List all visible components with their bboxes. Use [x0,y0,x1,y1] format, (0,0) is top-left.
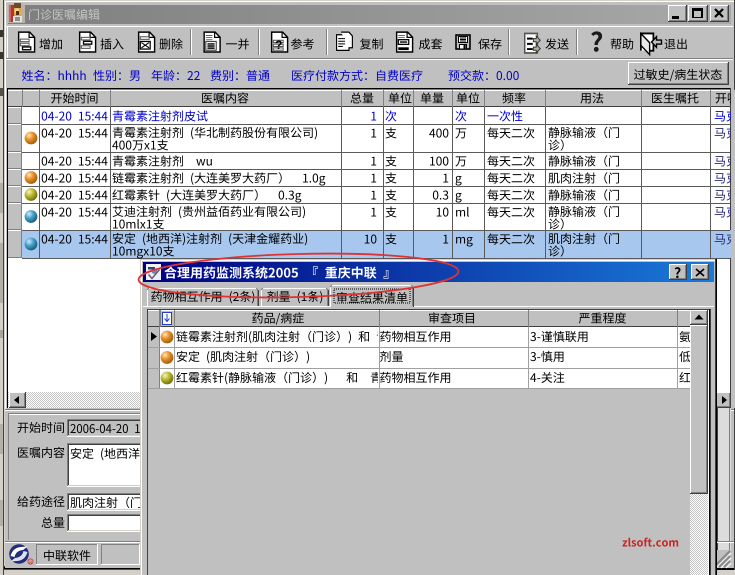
svg-text:?: ? [275,38,282,52]
